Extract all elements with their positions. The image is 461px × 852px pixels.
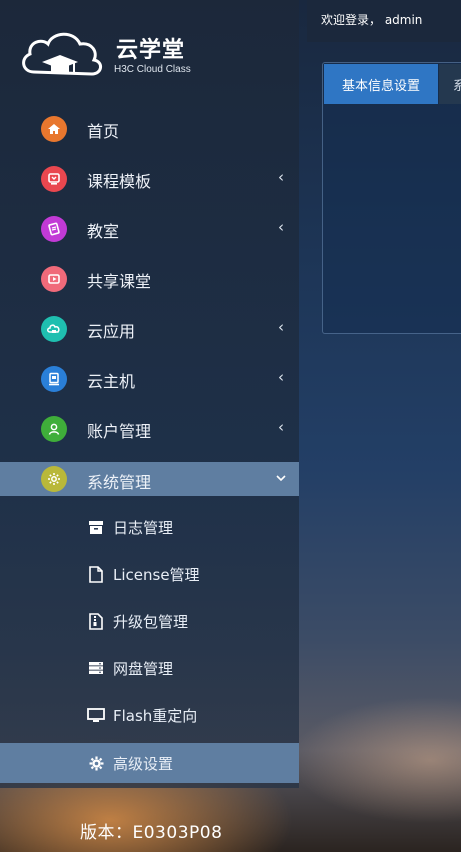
chevron-left-icon: ‹	[278, 318, 284, 336]
submenu-item-flash-redirect[interactable]: Flash重定向	[0, 692, 299, 739]
tab-basic-info[interactable]: 基本信息设置	[324, 64, 438, 104]
home-icon	[41, 116, 67, 142]
menu-item-label: 系统管理	[87, 473, 152, 492]
tab-next[interactable]: 系	[439, 64, 461, 104]
chevron-left-icon: ‹	[278, 218, 284, 236]
submenu-item-upgrade-package[interactable]: 升级包管理	[0, 598, 299, 645]
submenu-item-logs[interactable]: 日志管理	[0, 504, 299, 551]
gear-icon	[87, 754, 105, 772]
submenu-item-label: 网盘管理	[113, 660, 174, 678]
top-bar: 欢迎登录， admin	[307, 0, 461, 42]
chevron-left-icon: ‹	[278, 168, 284, 186]
brand-subtitle: H3C Cloud Class	[114, 64, 191, 75]
menu-item-label: 共享课堂	[87, 272, 152, 291]
system-submenu: 日志管理 License管理 升级包管理 网盘管理 Flash重定向 高级设置	[0, 504, 299, 783]
cloud-app-icon	[41, 316, 67, 342]
zip-file-icon	[87, 612, 105, 630]
welcome-text: 欢迎登录， admin	[321, 13, 423, 27]
submenu-item-label: 升级包管理	[113, 613, 189, 631]
sidebar: 云学堂 H3C Cloud Class 首页 课程模板 ‹ 教室 ‹ 共享课堂 …	[0, 0, 299, 788]
submenu-item-license[interactable]: License管理	[0, 551, 299, 598]
classroom-icon	[41, 216, 67, 242]
shared-class-icon	[41, 266, 67, 292]
logo: 云学堂 H3C Cloud Class	[18, 28, 198, 82]
cloud-logo-icon	[22, 32, 102, 76]
menu-item-label: 首页	[87, 122, 120, 141]
cloud-host-icon	[41, 366, 67, 392]
monitor-icon	[87, 706, 105, 724]
menu-item-cloud-app[interactable]: 云应用 ‹	[0, 304, 299, 354]
chevron-left-icon: ‹	[278, 368, 284, 386]
menu-item-label: 账户管理	[87, 422, 152, 441]
settings-icon	[41, 466, 67, 492]
menu-item-course-template[interactable]: 课程模板 ‹	[0, 154, 299, 204]
menu-item-label: 课程模板	[87, 172, 152, 191]
chevron-left-icon: ‹	[278, 418, 284, 436]
menu-item-shared-class[interactable]: 共享课堂	[0, 254, 299, 304]
archive-icon	[87, 518, 105, 536]
submenu-item-label: 日志管理	[113, 519, 174, 537]
menu-item-label: 云主机	[87, 372, 136, 391]
chevron-down-icon	[276, 468, 286, 486]
submenu-item-netdisk[interactable]: 网盘管理	[0, 645, 299, 692]
submenu-item-label: 高级设置	[113, 755, 174, 773]
brand-title: 云学堂	[116, 38, 186, 63]
submenu-item-label: Flash重定向	[113, 707, 198, 725]
main-menu: 首页 课程模板 ‹ 教室 ‹ 共享课堂 云应用 ‹ 云主机 ‹ 账户管理 ‹ 系…	[0, 104, 299, 783]
menu-item-account[interactable]: 账户管理 ‹	[0, 404, 299, 454]
menu-item-system[interactable]: 系统管理	[0, 462, 299, 496]
file-icon	[87, 565, 105, 583]
menu-item-label: 云应用	[87, 322, 136, 341]
settings-panel: 基本信息设置 系	[322, 62, 461, 334]
menu-item-label: 教室	[87, 222, 120, 241]
menu-item-classroom[interactable]: 教室 ‹	[0, 204, 299, 254]
submenu-item-label: License管理	[113, 566, 200, 584]
course-template-icon	[41, 166, 67, 192]
submenu-item-advanced-settings[interactable]: 高级设置	[0, 743, 299, 783]
user-icon	[41, 416, 67, 442]
menu-item-cloud-host[interactable]: 云主机 ‹	[0, 354, 299, 404]
version-label: 版本：E0303P08	[80, 823, 223, 843]
menu-item-home[interactable]: 首页	[0, 104, 299, 154]
server-icon	[87, 659, 105, 677]
